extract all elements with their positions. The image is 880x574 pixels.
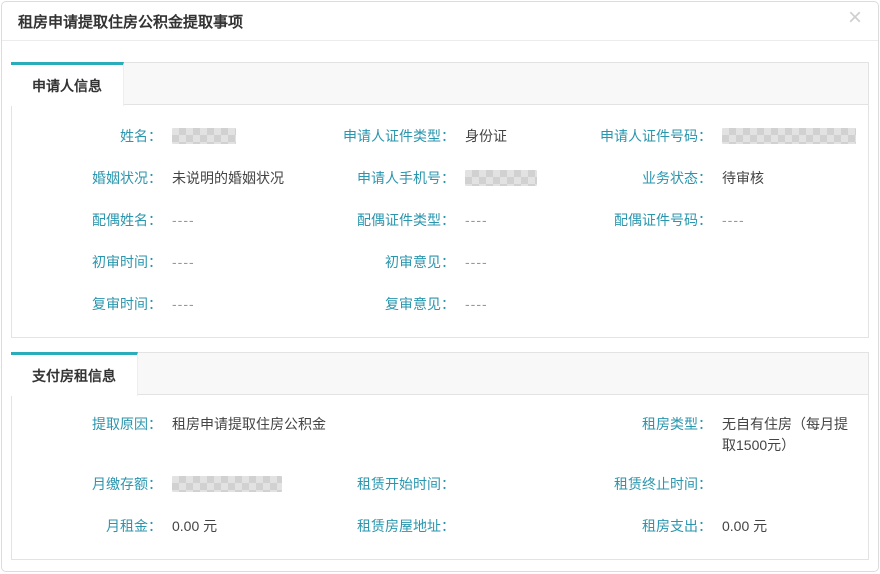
field-value: ----	[172, 254, 195, 270]
field-rent-type: 租房类型： 无自有住房（每月提取1500元）	[586, 414, 868, 456]
field-value: ----	[465, 254, 488, 270]
field-label: 月租金：	[106, 518, 162, 534]
redacted-value-mosaic	[172, 128, 236, 144]
field-label: 配偶证件号码：	[614, 212, 712, 228]
field-first-review-time: 初审时间： ----	[12, 252, 299, 272]
field-label: 申请人手机号：	[357, 170, 455, 186]
field-label: 婚姻状况：	[92, 170, 162, 186]
dialog-header: 租房申请提取住房公积金提取事项 ×	[2, 2, 878, 41]
field-rent-expense: 租房支出： 0.00 元	[586, 516, 868, 536]
field-value: 0.00 元	[172, 518, 218, 534]
field-cert-type: 申请人证件类型： 身份证	[299, 126, 586, 146]
field-row: 姓名： 申请人证件类型： 身份证 申请人证件号码：	[12, 115, 868, 157]
field-label: 复审时间：	[92, 296, 162, 312]
field-value: 身份证	[465, 128, 507, 144]
field-label: 申请人证件类型：	[343, 128, 455, 144]
field-lease-end: 租赁终止时间：	[586, 474, 868, 494]
field-lease-start: 租赁开始时间：	[299, 474, 586, 494]
redacted-value-mosaic	[172, 476, 282, 492]
field-lease-address: 租赁房屋地址：	[299, 516, 586, 536]
field-value: 租房申请提取住房公积金	[172, 416, 326, 432]
field-label: 租房类型：	[642, 416, 712, 432]
status-value: 待审核	[722, 170, 764, 186]
withdrawal-detail-dialog: 租房申请提取住房公积金提取事项 × 申请人信息 姓名： 申请人证件类型： 身份证…	[1, 1, 879, 572]
field-spouse-name: 配偶姓名： ----	[12, 210, 299, 230]
field-value: ----	[722, 212, 745, 228]
field-cert-no: 申请人证件号码：	[586, 126, 868, 146]
field-spouse-cert-type: 配偶证件类型： ----	[299, 210, 586, 230]
field-value: 0.00 元	[722, 518, 768, 534]
applicant-info-section: 申请人信息 姓名： 申请人证件类型： 身份证 申请人证件号码： 婚姻状况： 未说…	[11, 62, 869, 338]
field-label: 租赁房屋地址：	[357, 518, 455, 534]
field-value: ----	[465, 212, 488, 228]
tab-rent-payment-info[interactable]: 支付房租信息	[11, 352, 138, 396]
field-label: 配偶姓名：	[92, 212, 162, 228]
field-value: ----	[172, 296, 195, 312]
field-value: 未说明的婚姻状况	[172, 170, 284, 186]
close-icon[interactable]: ×	[848, 6, 862, 30]
field-label: 姓名：	[120, 128, 162, 144]
field-name: 姓名：	[12, 126, 299, 146]
field-empty	[586, 294, 868, 314]
field-label: 业务状态：	[642, 170, 712, 186]
field-label: 提取原因：	[92, 416, 162, 432]
redacted-value-mosaic	[465, 170, 537, 186]
field-row: 复审时间： ---- 复审意见： ----	[12, 283, 868, 325]
field-row: 月租金： 0.00 元 租赁房屋地址： 租房支出： 0.00 元	[12, 505, 868, 547]
field-label: 配偶证件类型：	[357, 212, 455, 228]
field-empty	[586, 252, 868, 272]
field-second-review-opinion: 复审意见： ----	[299, 294, 586, 314]
field-value: ----	[172, 212, 195, 228]
field-label: 租房支出：	[642, 518, 712, 534]
field-row: 提取原因： 租房申请提取住房公积金 租房类型： 无自有住房（每月提取1500元）	[12, 405, 868, 463]
dialog-title: 租房申请提取住房公积金提取事项	[18, 14, 244, 31]
field-value: ----	[465, 296, 488, 312]
field-label: 月缴存额：	[92, 476, 162, 492]
field-monthly-deposit: 月缴存额：	[12, 474, 299, 494]
field-spouse-cert-no: 配偶证件号码： ----	[586, 210, 868, 230]
field-row: 婚姻状况： 未说明的婚姻状况 申请人手机号： 业务状态： 待审核	[12, 157, 868, 199]
tab-applicant-info[interactable]: 申请人信息	[11, 62, 124, 106]
redacted-value-mosaic	[722, 128, 856, 144]
field-withdraw-reason: 提取原因： 租房申请提取住房公积金	[12, 414, 586, 434]
field-value: 无自有住房（每月提取1500元）	[722, 416, 848, 453]
rent-payment-section: 支付房租信息 提取原因： 租房申请提取住房公积金 租房类型： 无自有住房（每月提…	[11, 352, 869, 560]
applicant-section-body: 姓名： 申请人证件类型： 身份证 申请人证件号码： 婚姻状况： 未说明的婚姻状况	[12, 105, 868, 337]
applicant-section-header: 申请人信息	[11, 62, 868, 106]
field-label: 申请人证件号码：	[600, 128, 712, 144]
field-row: 月缴存额： 租赁开始时间： 租赁终止时间：	[12, 463, 868, 505]
field-status: 业务状态： 待审核	[586, 168, 868, 188]
field-second-review-time: 复审时间： ----	[12, 294, 299, 314]
field-first-review-opinion: 初审意见： ----	[299, 252, 586, 272]
field-label: 复审意见：	[385, 296, 455, 312]
field-label: 租赁开始时间：	[357, 476, 455, 492]
field-label: 初审时间：	[92, 254, 162, 270]
field-label: 初审意见：	[385, 254, 455, 270]
rent-section-header: 支付房租信息	[11, 352, 868, 396]
rent-section-body: 提取原因： 租房申请提取住房公积金 租房类型： 无自有住房（每月提取1500元）…	[12, 395, 868, 559]
field-row: 初审时间： ---- 初审意见： ----	[12, 241, 868, 283]
field-monthly-rent: 月租金： 0.00 元	[12, 516, 299, 536]
field-phone: 申请人手机号：	[299, 168, 586, 188]
field-label: 租赁终止时间：	[614, 476, 712, 492]
field-marital: 婚姻状况： 未说明的婚姻状况	[12, 168, 299, 188]
field-row: 配偶姓名： ---- 配偶证件类型： ---- 配偶证件号码： ----	[12, 199, 868, 241]
